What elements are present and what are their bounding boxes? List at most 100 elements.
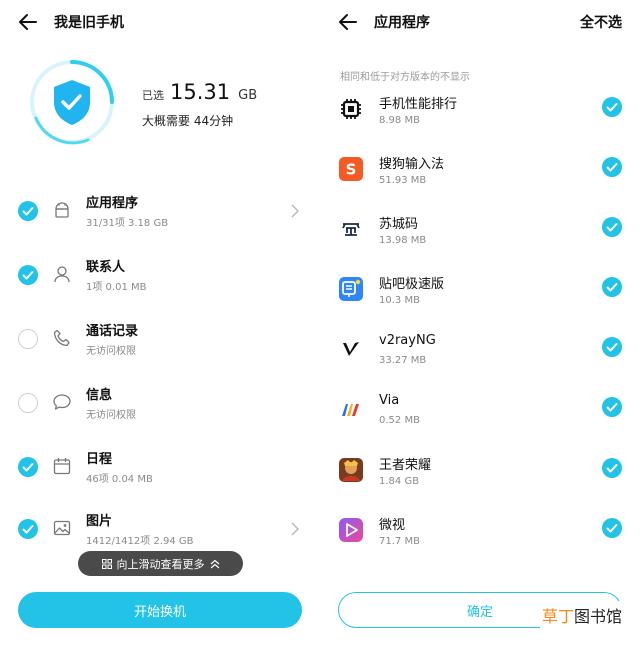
checkbox-checked[interactable]	[18, 201, 38, 221]
checkbox-unchecked[interactable]	[18, 329, 38, 349]
chip-icon	[341, 99, 361, 119]
checkbox-checked[interactable]	[602, 277, 622, 297]
category-detail: 1412/1412项 2.94 GB	[86, 536, 194, 547]
check-icon	[606, 163, 618, 172]
check-icon	[606, 223, 618, 232]
svg-text:S: S	[346, 161, 357, 179]
via-icon	[342, 404, 359, 416]
watermark-part1: 草丁	[542, 607, 575, 626]
back-arrow-icon[interactable]	[16, 10, 40, 34]
category-detail: 无访问权限	[86, 346, 136, 357]
app-row[interactable]: 手机性能排行 8.98 MB	[320, 88, 640, 148]
app-row[interactable]: v2rayNG 33.27 MB	[320, 328, 640, 388]
check-icon	[606, 343, 618, 352]
check-icon	[606, 283, 618, 292]
app-row[interactable]: 贴吧极速版 10.3 MB	[320, 268, 640, 328]
android-icon	[55, 202, 69, 218]
app-name: Via	[379, 393, 400, 408]
check-icon	[606, 103, 618, 112]
page-title: 应用程序	[374, 15, 430, 31]
app-name: 王者荣耀	[379, 458, 432, 473]
checkbox-checked[interactable]	[602, 518, 622, 538]
category-detail: 无访问权限	[86, 410, 136, 421]
calendar-icon	[53, 458, 71, 475]
left-top-bar: 我是旧手机	[0, 0, 320, 44]
checkbox-checked[interactable]	[18, 519, 38, 539]
category-detail: 31/31项 3.18 GB	[86, 218, 169, 229]
checkbox-unchecked[interactable]	[18, 393, 38, 413]
app-name: 微视	[379, 518, 406, 533]
category-name: 通话记录	[86, 324, 139, 339]
category-name: 应用程序	[86, 196, 139, 211]
category-name: 日程	[86, 452, 113, 467]
selected-size: 15.31	[170, 80, 231, 104]
app-size: 71.7 MB	[379, 536, 420, 547]
category-row-apps[interactable]: 应用程序 31/31项 3.18 GB	[0, 182, 320, 242]
sucheng-icon	[339, 217, 363, 241]
checkbox-checked[interactable]	[602, 458, 622, 478]
app-size: 0.52 MB	[379, 415, 420, 426]
estimated-time: 大概需要 44分钟	[142, 114, 234, 128]
app-size: 8.98 MB	[379, 115, 420, 126]
app-size: 10.3 MB	[379, 295, 420, 306]
tieba-icon	[339, 277, 363, 301]
back-arrow-icon[interactable]	[336, 10, 360, 34]
checkbox-checked[interactable]	[602, 217, 622, 237]
app-row[interactable]: 王者荣耀 1.84 GB	[320, 449, 640, 509]
checkbox-checked[interactable]	[602, 97, 622, 117]
app-row[interactable]: S 搜狗输入法 51.93 MB	[320, 148, 640, 208]
check-icon	[22, 525, 34, 534]
check-icon	[606, 403, 618, 412]
old-phone-panel: 我是旧手机 已选 15.31 GB 大概需要 44分钟 应用程序 31/31项 …	[0, 0, 320, 649]
game-icon	[339, 458, 363, 482]
category-row-call-log[interactable]: 通话记录 无访问权限	[0, 310, 320, 370]
app-row[interactable]: 微视 71.7 MB	[320, 509, 640, 569]
checkbox-checked[interactable]	[602, 157, 622, 177]
app-name: 搜狗输入法	[379, 157, 445, 172]
person-icon	[54, 266, 70, 283]
version-note: 相同和低于对方版本的不显示	[340, 72, 470, 83]
double-chevron-up-icon	[210, 559, 219, 568]
category-detail: 46项 0.04 MB	[86, 474, 153, 485]
app-row[interactable]: Via 0.52 MB	[320, 388, 640, 448]
weishi-icon	[339, 518, 363, 542]
check-icon	[22, 463, 34, 472]
sogou-icon: S	[339, 157, 363, 181]
phone-icon	[53, 329, 70, 347]
shield-check-icon	[30, 60, 114, 145]
deselect-all-button[interactable]: 全不选	[580, 12, 622, 32]
image-icon	[53, 520, 71, 536]
app-name: 贴吧极速版	[379, 277, 445, 292]
chevron-right-icon[interactable]	[290, 204, 300, 218]
app-name: v2rayNG	[379, 333, 436, 348]
grid-icon	[101, 558, 112, 569]
category-row-calendar[interactable]: 日程 46项 0.04 MB	[0, 438, 320, 498]
watermark-part2: 图书馆	[574, 607, 623, 626]
category-detail: 1项 0.01 MB	[86, 282, 147, 293]
app-row[interactable]: 苏城码 13.98 MB	[320, 208, 640, 268]
check-icon	[606, 464, 618, 473]
category-name: 信息	[86, 388, 113, 403]
check-icon	[606, 524, 618, 533]
chevron-right-icon[interactable]	[290, 522, 300, 536]
selection-summary: 已选 15.31 GB 大概需要 44分钟	[142, 80, 257, 129]
app-name: 苏城码	[379, 217, 419, 232]
check-icon	[22, 207, 34, 216]
v2ray-icon	[343, 342, 359, 356]
checkbox-checked[interactable]	[602, 397, 622, 417]
app-size: 13.98 MB	[379, 235, 427, 246]
page-title: 我是旧手机	[54, 15, 124, 31]
checkbox-checked[interactable]	[18, 457, 38, 477]
chat-icon	[53, 394, 71, 410]
app-size: 33.27 MB	[379, 355, 427, 366]
checkbox-checked[interactable]	[602, 337, 622, 357]
scroll-up-hint[interactable]: 向上滑动查看更多	[78, 551, 243, 576]
check-icon	[22, 271, 34, 280]
app-size: 51.93 MB	[379, 175, 427, 186]
checkbox-checked[interactable]	[18, 265, 38, 285]
app-size: 1.84 GB	[379, 476, 420, 487]
category-name: 图片	[86, 514, 113, 529]
category-row-contacts[interactable]: 联系人 1项 0.01 MB	[0, 246, 320, 306]
start-transfer-button[interactable]: 开始换机	[18, 592, 302, 628]
category-row-messages[interactable]: 信息 无访问权限	[0, 374, 320, 434]
